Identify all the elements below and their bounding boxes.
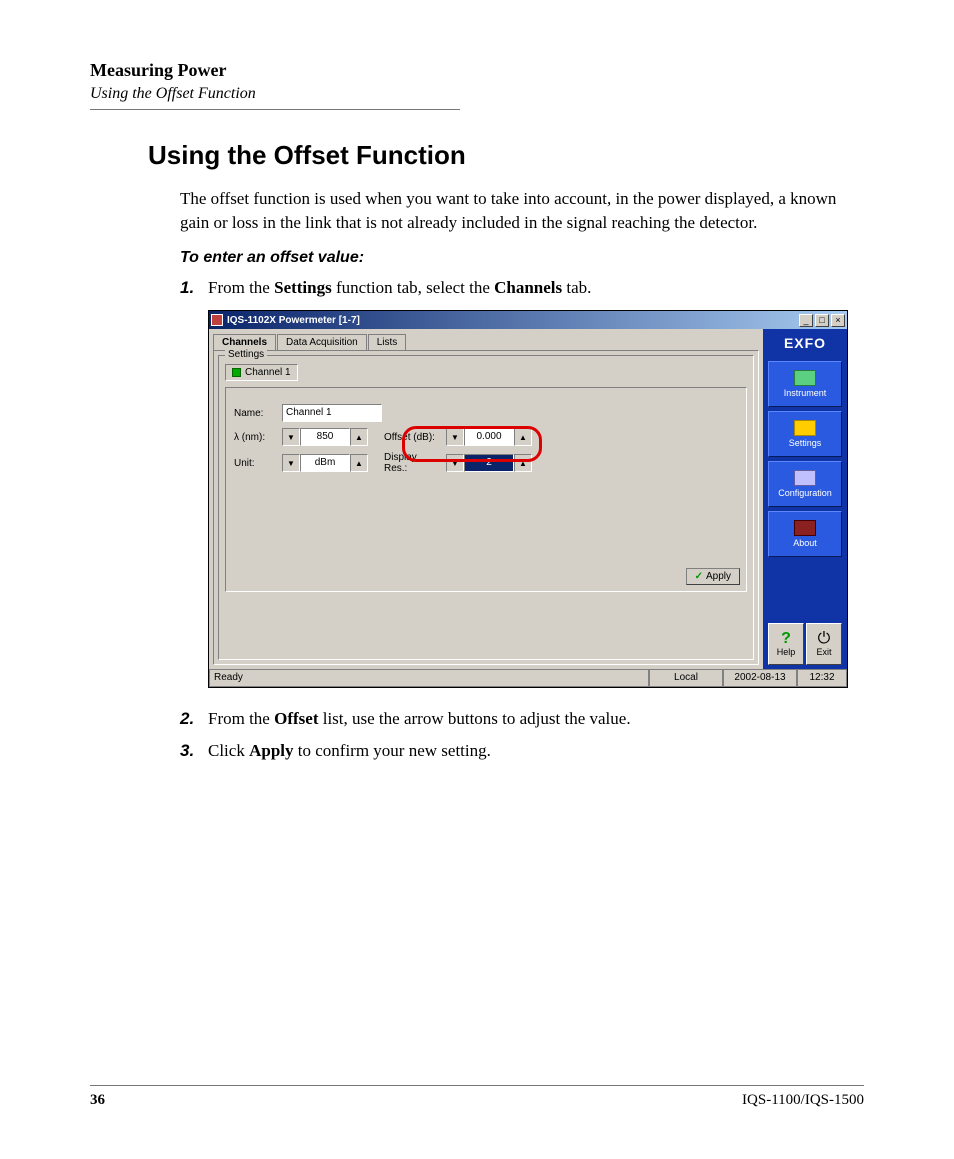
settings-legend: Settings xyxy=(225,349,267,360)
display-res-down-button[interactable]: ▼ xyxy=(446,454,464,472)
page-title: Using the Offset Function xyxy=(148,140,864,171)
wavelength-up-button[interactable]: ▲ xyxy=(350,428,368,446)
settings-group: Settings Channel 1 Name: Channel 1 λ (nm… xyxy=(218,355,754,660)
settings-icon xyxy=(794,420,816,436)
procedure-steps-cont: 2. From the Offset list, use the arrow b… xyxy=(180,706,864,763)
nav-instrument-label: Instrument xyxy=(784,388,827,398)
page-number: 36 xyxy=(90,1092,105,1109)
power-icon: ⏻ xyxy=(818,631,831,647)
tab-data-acquisition[interactable]: Data Acquisition xyxy=(277,334,367,351)
help-icon: ? xyxy=(781,631,791,647)
exit-label: Exit xyxy=(816,647,831,657)
help-button[interactable]: ? Help xyxy=(768,623,804,665)
display-res-value[interactable]: 2 xyxy=(464,454,514,472)
unit-up-button[interactable]: ▲ xyxy=(350,454,368,472)
close-button[interactable]: × xyxy=(831,314,845,327)
step-2: 2. From the Offset list, use the arrow b… xyxy=(180,706,864,732)
page-footer: 36 IQS-1100/IQS-1500 xyxy=(90,1085,864,1109)
window-title: IQS-1102X Powermeter [1-7] xyxy=(227,315,799,326)
nav-configuration-label: Configuration xyxy=(778,488,832,498)
step-text: Click Apply to confirm your new setting. xyxy=(208,738,864,764)
nav-about-label: About xyxy=(793,538,817,548)
step-number: 2. xyxy=(180,706,208,732)
nav-configuration[interactable]: Configuration xyxy=(768,461,842,507)
app-window: IQS-1102X Powermeter [1-7] _ □ × Channel… xyxy=(208,310,848,688)
step-number: 1. xyxy=(180,275,208,301)
status-time: 12:32 xyxy=(797,670,847,687)
check-icon: ✓ xyxy=(695,571,703,582)
procedure-heading: To enter an offset value: xyxy=(180,249,864,267)
unit-value[interactable]: dBm xyxy=(300,454,350,472)
window-titlebar[interactable]: IQS-1102X Powermeter [1-7] _ □ × xyxy=(209,311,847,329)
document-id: IQS-1100/IQS-1500 xyxy=(742,1092,864,1109)
status-ready: Ready xyxy=(209,670,649,687)
procedure-steps: 1. From the Settings function tab, selec… xyxy=(180,275,864,301)
nav-instrument[interactable]: Instrument xyxy=(768,361,842,407)
display-res-up-button[interactable]: ▲ xyxy=(514,454,532,472)
section-subtitle: Using the Offset Function xyxy=(90,85,864,103)
chapter-title: Measuring Power xyxy=(90,60,864,81)
wavelength-value[interactable]: 850 xyxy=(300,428,350,446)
apply-button[interactable]: ✓ Apply xyxy=(686,568,740,585)
wavelength-label: λ (nm): xyxy=(234,432,276,443)
nav-settings[interactable]: Settings xyxy=(768,411,842,457)
footer-rule xyxy=(90,1085,864,1086)
configuration-icon xyxy=(794,470,816,486)
channel-button-label: Channel 1 xyxy=(245,367,291,378)
status-bar: Ready Local 2002-08-13 12:32 xyxy=(209,669,847,687)
display-res-spinner[interactable]: ▼ 2 ▲ xyxy=(446,454,532,472)
step-number: 3. xyxy=(180,738,208,764)
offset-label: Offset (dB): xyxy=(384,432,440,443)
step-1: 1. From the Settings function tab, selec… xyxy=(180,275,864,301)
offset-down-button[interactable]: ▼ xyxy=(446,428,464,446)
maximize-button[interactable]: □ xyxy=(815,314,829,327)
wavelength-spinner[interactable]: ▼ 850 ▲ xyxy=(282,428,368,446)
channel-1-button[interactable]: Channel 1 xyxy=(225,364,298,381)
nav-about[interactable]: About xyxy=(768,511,842,557)
channel-indicator-icon xyxy=(232,368,241,377)
exit-button[interactable]: ⏻ Exit xyxy=(806,623,842,665)
running-header: Measuring Power Using the Offset Functio… xyxy=(90,60,864,110)
tab-row: Channels Data Acquisition Lists xyxy=(209,329,763,350)
side-nav: EXFO Instrument Settings Configuration A… xyxy=(763,329,847,669)
wavelength-down-button[interactable]: ▼ xyxy=(282,428,300,446)
minimize-button[interactable]: _ xyxy=(799,314,813,327)
offset-up-button[interactable]: ▲ xyxy=(514,428,532,446)
intro-paragraph: The offset function is used when you wan… xyxy=(180,187,840,235)
step-3: 3. Click Apply to confirm your new setti… xyxy=(180,738,864,764)
help-label: Help xyxy=(777,647,796,657)
about-icon xyxy=(794,520,816,536)
brand-logo: EXFO xyxy=(765,331,845,359)
offset-spinner[interactable]: ▼ 0.000 ▲ xyxy=(446,428,532,446)
instrument-icon xyxy=(794,370,816,386)
offset-value[interactable]: 0.000 xyxy=(464,428,514,446)
step-text: From the Settings function tab, select t… xyxy=(208,275,864,301)
header-rule xyxy=(90,109,460,110)
tab-lists[interactable]: Lists xyxy=(368,334,407,351)
display-res-label: Display Res.: xyxy=(384,452,440,474)
unit-spinner[interactable]: ▼ dBm ▲ xyxy=(282,454,368,472)
channel-form: Name: Channel 1 λ (nm): ▼ 850 ▲ Offset (… xyxy=(225,387,747,592)
name-label: Name: xyxy=(234,408,276,419)
app-icon xyxy=(211,314,223,326)
status-local: Local xyxy=(649,670,723,687)
name-input[interactable]: Channel 1 xyxy=(282,404,382,422)
apply-label: Apply xyxy=(706,571,731,582)
main-pane: Channels Data Acquisition Lists Settings… xyxy=(209,329,763,669)
unit-down-button[interactable]: ▼ xyxy=(282,454,300,472)
status-date: 2002-08-13 xyxy=(723,670,797,687)
unit-label: Unit: xyxy=(234,458,276,469)
step-text: From the Offset list, use the arrow butt… xyxy=(208,706,864,732)
nav-settings-label: Settings xyxy=(789,438,822,448)
